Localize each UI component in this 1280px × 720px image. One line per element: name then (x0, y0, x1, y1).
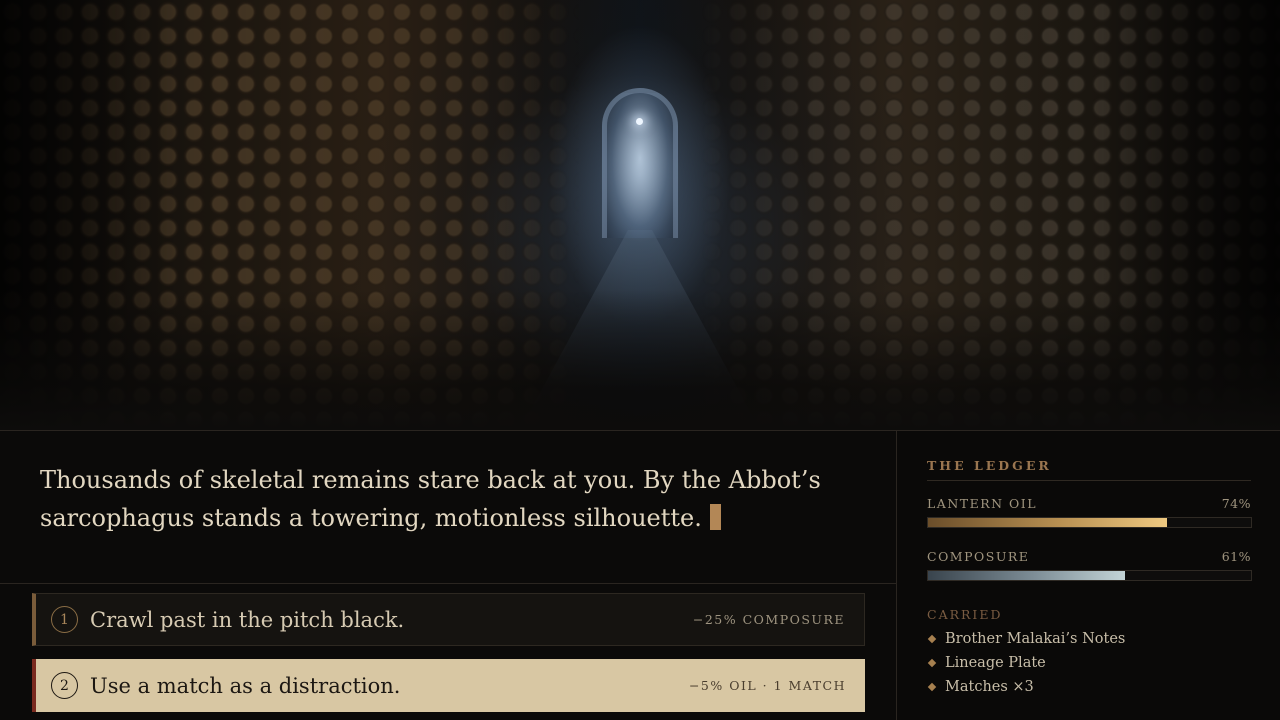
text-caret (709, 504, 721, 530)
narration-text: Thousands of skeletal remains stare back… (40, 461, 860, 537)
composure-stat: COMPOSURE 61% (927, 549, 1251, 564)
lantern-oil-fill (928, 518, 1168, 527)
carried-item: Brother Malakai’s Notes (927, 627, 1125, 651)
diamond-icon (927, 682, 937, 692)
carried-title: CARRIED (927, 607, 1003, 622)
carried-item: Matches ×3 (927, 675, 1125, 699)
carried-item-label: Lineage Plate (945, 655, 1046, 671)
ledger-title: THE LEDGER (927, 458, 1251, 481)
ledger-panel: THE LEDGER LANTERN OIL 74% COMPOSURE 61%… (896, 430, 1280, 720)
stat-value: 61% (1221, 549, 1251, 564)
lantern-oil-stat: LANTERN OIL 74% (927, 496, 1251, 511)
choice-number-badge: 2 (51, 672, 78, 699)
carried-item-label: Matches ×3 (945, 679, 1034, 695)
choice-label: Use a match as a distraction. (90, 673, 401, 698)
scene-illustration (0, 0, 1280, 430)
composure-bar (927, 570, 1252, 581)
story-panel: Thousands of skeletal remains stare back… (0, 430, 896, 720)
diamond-icon (927, 634, 937, 644)
stat-label: LANTERN OIL (927, 496, 1038, 511)
composure-fill (928, 571, 1126, 580)
diamond-icon (927, 658, 937, 668)
stat-value: 74% (1221, 496, 1251, 511)
choice-use-match[interactable]: 2 Use a match as a distraction. −5% OIL … (32, 659, 865, 712)
stat-label: COMPOSURE (927, 549, 1030, 564)
choice-crawl-past[interactable]: 1 Crawl past in the pitch black. −25% CO… (32, 593, 865, 646)
choice-number-badge: 1 (51, 606, 78, 633)
lantern-oil-bar (927, 517, 1252, 528)
scene-fade (0, 290, 1280, 430)
carried-list: Brother Malakai’s Notes Lineage Plate Ma… (927, 627, 1125, 699)
choice-label: Crawl past in the pitch black. (90, 607, 405, 632)
story-divider (0, 583, 896, 584)
choice-cost: −5% OIL · 1 MATCH (688, 678, 846, 693)
narration-body: Thousands of skeletal remains stare back… (40, 466, 821, 532)
carried-item: Lineage Plate (927, 651, 1125, 675)
carried-item-label: Brother Malakai’s Notes (945, 631, 1126, 647)
choice-cost: −25% COMPOSURE (692, 612, 845, 627)
